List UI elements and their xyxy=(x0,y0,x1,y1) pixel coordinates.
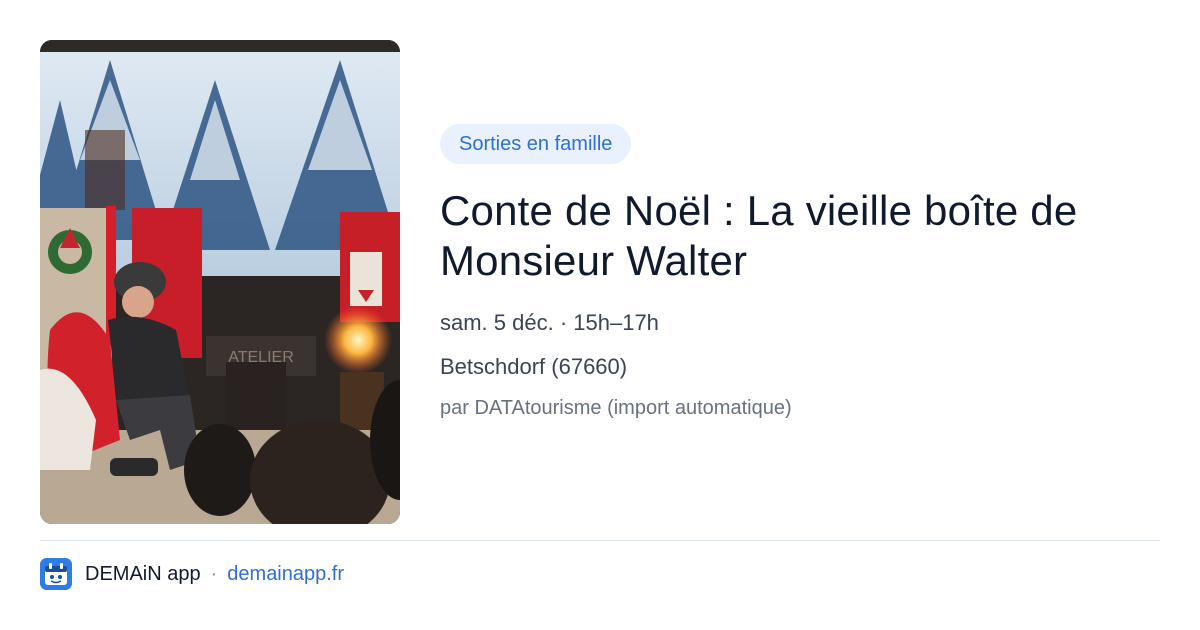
event-photo: ATELIER xyxy=(40,40,400,524)
app-name: DEMAiN app xyxy=(85,562,201,585)
footer: DEMAiN app · demainapp.fr xyxy=(40,558,344,590)
app-website-link[interactable]: demainapp.fr xyxy=(227,563,344,586)
footer-separator: · xyxy=(210,562,218,585)
event-location: Betschdorf (67660) xyxy=(440,354,628,379)
event-date-time: sam. 5 déc. · 15h–17h xyxy=(440,310,659,335)
event-title: Conte de Noël : La vieille boîte de Mons… xyxy=(440,187,1078,284)
event-source: par DATAtourisme (import automatique) xyxy=(440,397,792,419)
event-info: Sorties en famille Conte de Noël : La vi… xyxy=(440,124,1160,422)
demain-app-icon xyxy=(40,558,72,590)
category-badge[interactable]: Sorties en famille xyxy=(440,124,632,164)
footer-divider xyxy=(40,540,1160,541)
